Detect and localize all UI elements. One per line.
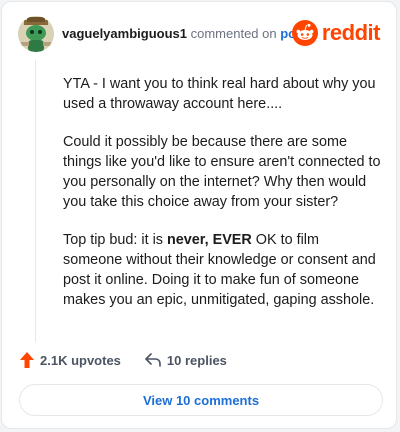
comment-paragraph-2: Could it possibly be because there are s… [63,134,381,210]
comment-header: vaguelyambiguous1 commented on post redd… [18,16,381,52]
upvote-arrow-icon [20,352,34,368]
paragraph-3-emphasis: never, EVER [167,232,252,248]
replies-button[interactable]: 10 replies [145,353,227,368]
paragraph-3-lead: Top tip bud: it is [63,232,167,248]
comment-body: YTA - I want you to think real hard abou… [63,74,381,328]
comment-byline: vaguelyambiguous1 commented on post [62,26,308,42]
comment-card: vaguelyambiguous1 commented on post redd… [1,1,397,429]
comment-actions: 2.1K upvotes 10 replies [20,350,227,370]
commented-on-text: commented on [190,26,277,41]
reddit-wordmark: reddit [321,20,381,45]
reddit-logo[interactable]: reddit [291,18,381,48]
avatar[interactable] [18,16,54,52]
reply-count: 10 replies [166,352,227,368]
username-link[interactable]: vaguelyambiguous1 [62,26,187,41]
snoo-avatar-icon [18,16,54,52]
view-comments-button[interactable]: View 10 comments [19,384,383,416]
reply-arrow-icon [145,353,161,367]
comment-paragraph-3: Top tip bud: it is never, EVER OK to fil… [63,230,381,310]
upvote-button[interactable]: 2.1K upvotes [20,352,121,368]
upvote-count: 2.1K upvotes [40,352,121,368]
thread-line [35,60,36,342]
reddit-snoo-icon [291,20,318,46]
comment-paragraph-1: YTA - I want you to think real hard abou… [63,76,376,112]
